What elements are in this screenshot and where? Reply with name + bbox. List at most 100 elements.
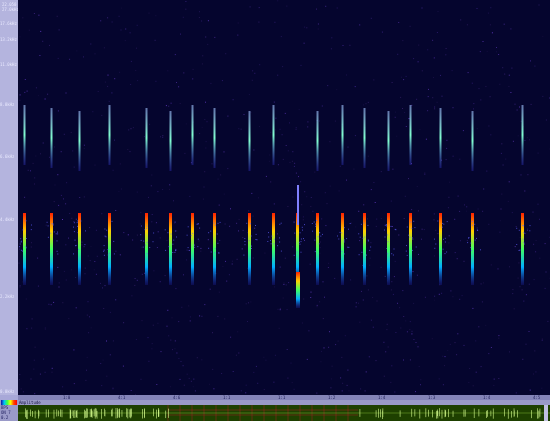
noise-speck	[420, 384, 421, 386]
pulse-scatter	[412, 249, 413, 251]
pulse-scatter	[217, 242, 219, 244]
pulse-scatter	[268, 232, 269, 234]
noise-speck	[411, 209, 413, 211]
pulse-scatter	[176, 236, 177, 238]
noise-speck	[516, 109, 518, 111]
noise-speck	[62, 386, 64, 388]
pulse-harmonic	[23, 105, 26, 165]
pulse-scatter	[197, 246, 199, 248]
noise-speck	[141, 320, 143, 322]
pulse-scatter	[386, 234, 388, 236]
spectrogram-plot[interactable]	[18, 0, 550, 395]
noise-speck	[286, 5, 288, 7]
pulse-scatter	[25, 247, 27, 249]
pulse-scatter	[51, 223, 53, 225]
noise-speck	[160, 351, 162, 353]
noise-speck	[19, 286, 21, 288]
pulse-scatter	[304, 224, 305, 226]
noise-speck	[123, 322, 125, 324]
pulse-scatter	[302, 229, 303, 231]
noise-speck	[250, 112, 252, 114]
pulse-scatter	[270, 240, 271, 242]
pulse-scatter	[52, 223, 54, 225]
pulse-scatter	[187, 247, 189, 249]
noise-speck	[482, 41, 484, 42]
noise-speck	[347, 146, 349, 148]
noise-speck	[421, 7, 423, 9]
pulse-scatter	[435, 243, 437, 245]
noise-speck	[106, 340, 107, 342]
noise-speck	[160, 136, 161, 138]
noise-speck	[381, 31, 383, 33]
noise-speck	[236, 222, 238, 224]
scroll-handle[interactable]	[544, 405, 548, 421]
pulse-scatter	[270, 243, 272, 245]
noise-speck	[201, 315, 203, 317]
pulse-scatter	[103, 249, 105, 251]
noise-speck	[194, 390, 196, 392]
noise-speck	[502, 67, 504, 69]
noise-speck	[419, 129, 421, 130]
noise-speck	[75, 218, 77, 220]
pulse-harmonic	[78, 111, 81, 171]
pulse-scatter	[362, 237, 364, 239]
noise-speck	[95, 229, 97, 231]
noise-speck	[174, 54, 176, 56]
noise-speck	[141, 273, 143, 275]
pulse-scatter	[197, 238, 199, 240]
noise-speck	[391, 281, 393, 283]
noise-speck	[544, 243, 546, 245]
noise-speck	[528, 331, 530, 332]
noise-speck	[409, 321, 411, 323]
pulse-scatter	[524, 243, 525, 245]
noise-speck	[130, 84, 132, 85]
noise-speck	[326, 203, 328, 205]
pulse-scatter	[103, 250, 105, 252]
pulse-scatter	[174, 251, 176, 253]
pulse-scatter	[518, 229, 520, 231]
noise-speck	[459, 210, 461, 212]
noise-speck	[148, 360, 150, 362]
noise-speck	[83, 147, 85, 149]
noise-speck	[483, 282, 484, 284]
noise-speck	[307, 121, 309, 123]
noise-speck	[463, 260, 465, 262]
noise-speck	[304, 191, 306, 193]
noise-speck	[361, 290, 362, 292]
noise-speck	[212, 332, 213, 334]
noise-speck	[209, 383, 210, 385]
amplitude-waveform[interactable]	[18, 405, 550, 421]
noise-speck	[460, 19, 462, 21]
pulse-scatter	[467, 242, 469, 244]
noise-speck	[71, 217, 73, 219]
noise-speck	[180, 361, 182, 362]
noise-speck	[70, 132, 72, 133]
noise-speck	[319, 301, 321, 303]
noise-speck	[479, 51, 481, 53]
noise-speck	[435, 229, 437, 231]
noise-speck	[391, 82, 393, 83]
noise-speck	[535, 240, 537, 241]
pulse-scatter	[251, 248, 252, 249]
pulse-scatter	[386, 225, 387, 227]
pulse-scatter	[250, 235, 252, 237]
pulse-scatter	[73, 226, 74, 228]
noise-speck	[127, 234, 129, 236]
noise-speck	[185, 123, 187, 125]
pulse-scatter	[443, 238, 444, 240]
noise-speck	[22, 391, 24, 393]
noise-speck	[229, 225, 231, 227]
noise-speck	[316, 306, 318, 308]
noise-speck	[60, 194, 62, 196]
noise-speck	[207, 43, 209, 45]
noise-speck	[62, 219, 63, 220]
noise-speck	[128, 129, 130, 131]
noise-speck	[73, 349, 75, 351]
pulse-scatter	[387, 241, 389, 243]
noise-speck	[477, 208, 479, 210]
noise-speck	[179, 103, 181, 104]
noise-speck	[402, 290, 404, 292]
noise-speck	[200, 250, 202, 252]
noise-speck	[58, 204, 60, 206]
pulse-scatter	[25, 220, 27, 222]
